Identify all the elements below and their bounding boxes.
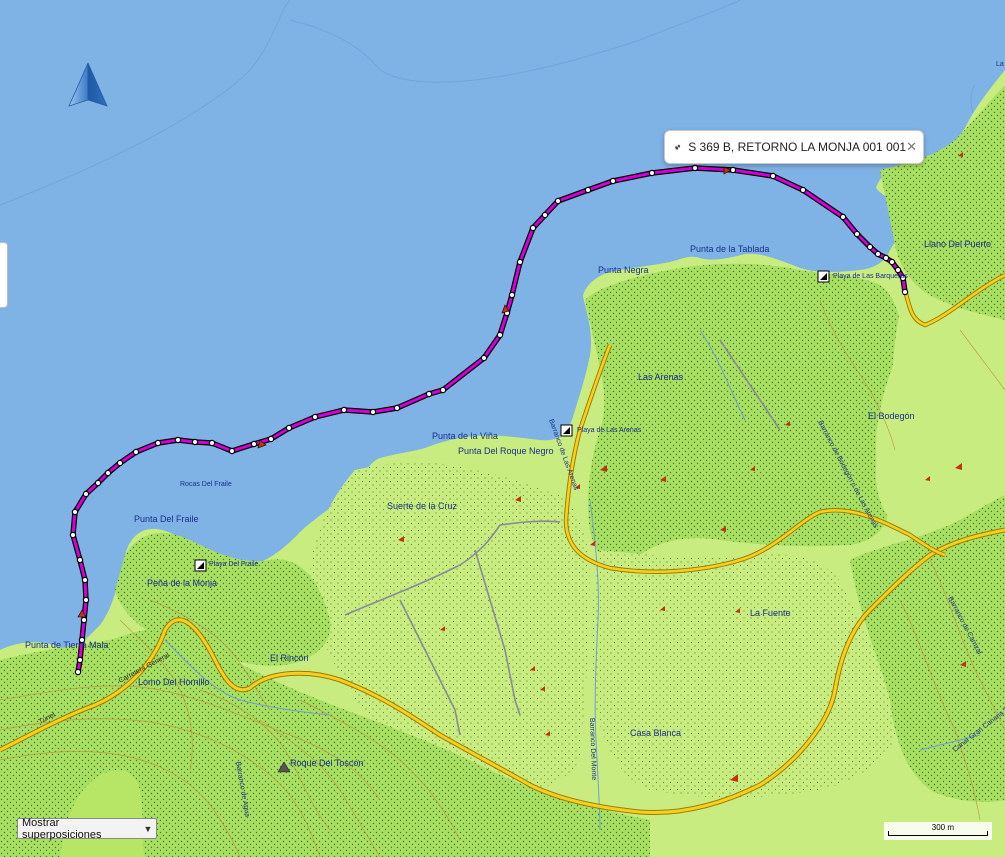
track-point[interactable]	[866, 243, 874, 251]
track-point[interactable]	[839, 213, 847, 221]
beach-icon	[560, 424, 573, 437]
label-pena-monja: Peña de la Monja	[147, 578, 217, 588]
track-point[interactable]	[584, 186, 592, 194]
track-point[interactable]	[541, 211, 549, 219]
track-point[interactable]	[267, 435, 275, 443]
track-point[interactable]	[191, 438, 199, 446]
track-point[interactable]	[853, 230, 861, 238]
track-point[interactable]	[285, 424, 293, 432]
track-point[interactable]	[874, 250, 882, 258]
track-point[interactable]	[208, 439, 216, 447]
chevron-down-icon: ▼	[143, 823, 153, 834]
track-point[interactable]	[228, 447, 236, 455]
label-punta-negra: Punta Negra	[598, 265, 649, 275]
track-point[interactable]	[369, 408, 377, 416]
beach-icon	[194, 559, 207, 572]
track-point[interactable]	[132, 448, 140, 456]
side-panel-handle[interactable]	[0, 242, 8, 308]
label-la-fuente: La Fuente	[750, 608, 791, 618]
track-callout[interactable]: S 369 B, RETORNO LA MONJA 001 001 ✕	[664, 130, 924, 164]
track-icon	[675, 144, 681, 150]
label-el-bodegon: El Bodegón	[868, 411, 915, 421]
track-point[interactable]	[799, 186, 807, 194]
track-point[interactable]	[154, 439, 162, 447]
track-point[interactable]	[76, 556, 84, 564]
track-name: S 369 B, RETORNO LA MONJA 001 001	[688, 140, 907, 154]
track-point[interactable]	[71, 508, 79, 516]
label-las-arenas: Las Arenas	[638, 372, 684, 382]
label-playa-fraile: Playa Del Fraile	[209, 561, 259, 568]
track-point[interactable]	[74, 668, 82, 676]
beach-icon	[817, 270, 830, 283]
track-point[interactable]	[116, 459, 124, 467]
label-lomo-hornillo: Lomo Del Hornillo	[138, 677, 210, 687]
scale-bar-line	[888, 831, 988, 836]
track-point[interactable]	[882, 254, 890, 262]
track-point[interactable]	[174, 436, 182, 444]
track-point[interactable]	[340, 406, 348, 414]
track-point[interactable]	[894, 266, 902, 274]
track-point[interactable]	[691, 164, 699, 172]
track-point[interactable]	[80, 616, 88, 624]
track-point[interactable]	[901, 288, 909, 296]
map-canvas[interactable]: Punta de la Tablada Punta Negra Llano De…	[0, 0, 1005, 857]
track-point[interactable]	[250, 440, 258, 448]
track-point[interactable]	[69, 531, 77, 539]
label-punta-tablada: Punta de la Tablada	[690, 244, 769, 254]
track-point[interactable]	[393, 404, 401, 412]
track-point[interactable]	[94, 479, 102, 487]
close-icon[interactable]: ✕	[906, 139, 917, 155]
label-punta-roque-negro: Punta Del Roque Negro	[458, 446, 554, 456]
veg-dense	[585, 263, 900, 562]
track-point[interactable]	[609, 177, 617, 185]
label-casa-blanca: Casa Blanca	[630, 728, 681, 738]
label-rocas-fraile: Rocas Del Fraile	[180, 481, 232, 488]
track-point[interactable]	[76, 656, 84, 664]
overlay-dropdown[interactable]: Mostrar superposiciones ▼	[17, 816, 157, 841]
track-point[interactable]	[425, 390, 433, 398]
track-point[interactable]	[529, 224, 537, 232]
track-point[interactable]	[480, 354, 488, 362]
track-point[interactable]	[496, 331, 504, 339]
label-suerte-cruz: Suerte de la Cruz	[387, 501, 458, 511]
label-la: La	[996, 61, 1004, 68]
label-llano-puerto: Llano Del Puerto	[924, 239, 991, 249]
track-point[interactable]	[769, 172, 777, 180]
track-point[interactable]	[516, 258, 524, 266]
track-point[interactable]	[554, 197, 562, 205]
track-point[interactable]	[888, 258, 896, 266]
label-playa-arenas: Playa de Las Arenas	[577, 427, 642, 434]
track-point[interactable]	[508, 291, 516, 299]
label-punta-vina: Punta de la Viña	[432, 431, 498, 441]
label-el-rincon: El Rincón	[270, 653, 309, 663]
track-point[interactable]	[648, 169, 656, 177]
scale-bar: 300 m	[884, 822, 992, 840]
track-point[interactable]	[82, 596, 90, 604]
track-point[interactable]	[439, 386, 447, 394]
label-playa-barqueras: Playa de Las Barqueras	[833, 273, 908, 280]
label-punta-tierra-mala: Punta de Tierra Mala	[25, 640, 109, 650]
track-point[interactable]	[81, 576, 89, 584]
track-point[interactable]	[82, 490, 90, 498]
overlay-dropdown-value: Mostrar superposiciones	[22, 816, 102, 841]
label-roque-toscon: Roque Del Toscón	[290, 758, 363, 768]
track-point[interactable]	[311, 413, 319, 421]
track-point[interactable]	[104, 469, 112, 477]
label-punta-fraile: Punta Del Fraile	[134, 514, 199, 524]
